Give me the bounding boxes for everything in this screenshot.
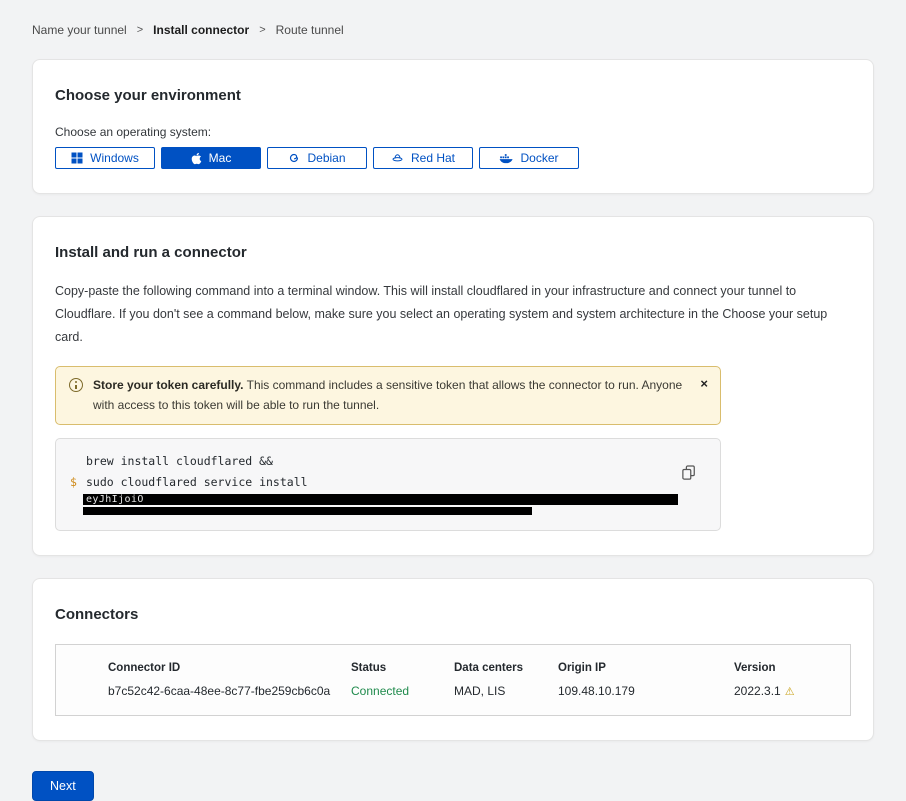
os-button-docker[interactable]: Docker: [479, 147, 579, 169]
code-line: $ sudo cloudflared service install: [70, 472, 680, 493]
connectors-card-title: Connectors: [55, 606, 851, 623]
connectors-table-header: Connector ID Status Data centers Origin …: [56, 662, 850, 674]
next-button[interactable]: Next: [32, 771, 94, 801]
apple-icon: [191, 152, 202, 165]
redacted-token-bar: eyJhIjoiO: [83, 494, 678, 505]
info-icon: [69, 378, 83, 392]
os-button-label: Red Hat: [411, 151, 455, 165]
install-card-title: Install and run a connector: [55, 244, 851, 261]
install-command-block: brew install cloudflared && $ sudo cloud…: [55, 438, 721, 531]
connectors-table: Connector ID Status Data centers Origin …: [55, 644, 851, 716]
cell-data-centers: MAD, LIS: [454, 684, 558, 698]
column-header-data-centers: Data centers: [454, 662, 558, 674]
breadcrumb-name-your-tunnel[interactable]: Name your tunnel: [32, 23, 127, 37]
column-header-status: Status: [351, 662, 454, 674]
cell-version: 2022.3.1 ⚠: [734, 684, 834, 698]
install-card: Install and run a connector Copy-paste t…: [32, 216, 874, 556]
os-button-label: Mac: [209, 151, 232, 165]
breadcrumb-separator: >: [137, 24, 143, 36]
environment-card-title: Choose your environment: [55, 87, 851, 104]
column-header-connector-id: Connector ID: [108, 662, 351, 674]
copy-icon[interactable]: [682, 465, 696, 481]
code-line: brew install cloudflared &&: [70, 451, 680, 472]
cell-origin-ip: 109.48.10.179: [558, 684, 734, 698]
version-text: 2022.3.1: [734, 684, 781, 698]
redacted-token-bar: [83, 507, 532, 515]
breadcrumb-install-connector[interactable]: Install connector: [153, 23, 249, 37]
page: Name your tunnel > Install connector > R…: [0, 0, 906, 801]
debian-icon: [288, 152, 300, 164]
shell-prompt: $: [70, 472, 86, 493]
breadcrumb-separator: >: [259, 24, 265, 36]
breadcrumb: Name your tunnel > Install connector > R…: [32, 0, 874, 37]
close-icon[interactable]: ×: [700, 376, 708, 392]
token-warning-banner: Store your token carefully. This command…: [55, 366, 721, 424]
os-button-redhat[interactable]: Red Hat: [373, 147, 473, 169]
os-button-label: Windows: [90, 151, 139, 165]
version-warning-icon: ⚠: [785, 686, 795, 698]
column-header-version: Version: [734, 662, 834, 674]
os-button-group: Windows Mac Debian Red Hat: [55, 147, 851, 169]
token-warning-text: Store your token carefully. This command…: [93, 376, 684, 414]
os-button-label: Docker: [520, 151, 558, 165]
column-header-origin-ip: Origin IP: [558, 662, 734, 674]
environment-card: Choose your environment Choose an operat…: [32, 59, 874, 194]
code-line-text: sudo cloudflared service install: [86, 472, 308, 493]
os-select-label: Choose an operating system:: [55, 125, 851, 139]
os-button-mac[interactable]: Mac: [161, 147, 261, 169]
docker-icon: [499, 153, 513, 164]
install-description: Copy-paste the following command into a …: [55, 280, 851, 349]
redacted-token-area: eyJhIjoiO: [83, 494, 680, 515]
os-button-label: Debian: [307, 151, 345, 165]
code-line-text: brew install cloudflared &&: [86, 451, 273, 472]
cell-connector-id: b7c52c42-6caa-48ee-8c77-fbe259cb6c0a: [108, 684, 351, 698]
os-button-windows[interactable]: Windows: [55, 147, 155, 169]
redhat-icon: [391, 152, 404, 164]
connectors-card: Connectors Connector ID Status Data cent…: [32, 578, 874, 741]
code-gutter: [70, 451, 86, 472]
os-button-debian[interactable]: Debian: [267, 147, 367, 169]
token-warning-bold: Store your token carefully.: [93, 378, 244, 392]
windows-icon: [71, 152, 83, 164]
breadcrumb-route-tunnel[interactable]: Route tunnel: [276, 23, 344, 37]
status-badge: Connected: [351, 684, 454, 698]
table-row: b7c52c42-6caa-48ee-8c77-fbe259cb6c0a Con…: [56, 674, 850, 698]
